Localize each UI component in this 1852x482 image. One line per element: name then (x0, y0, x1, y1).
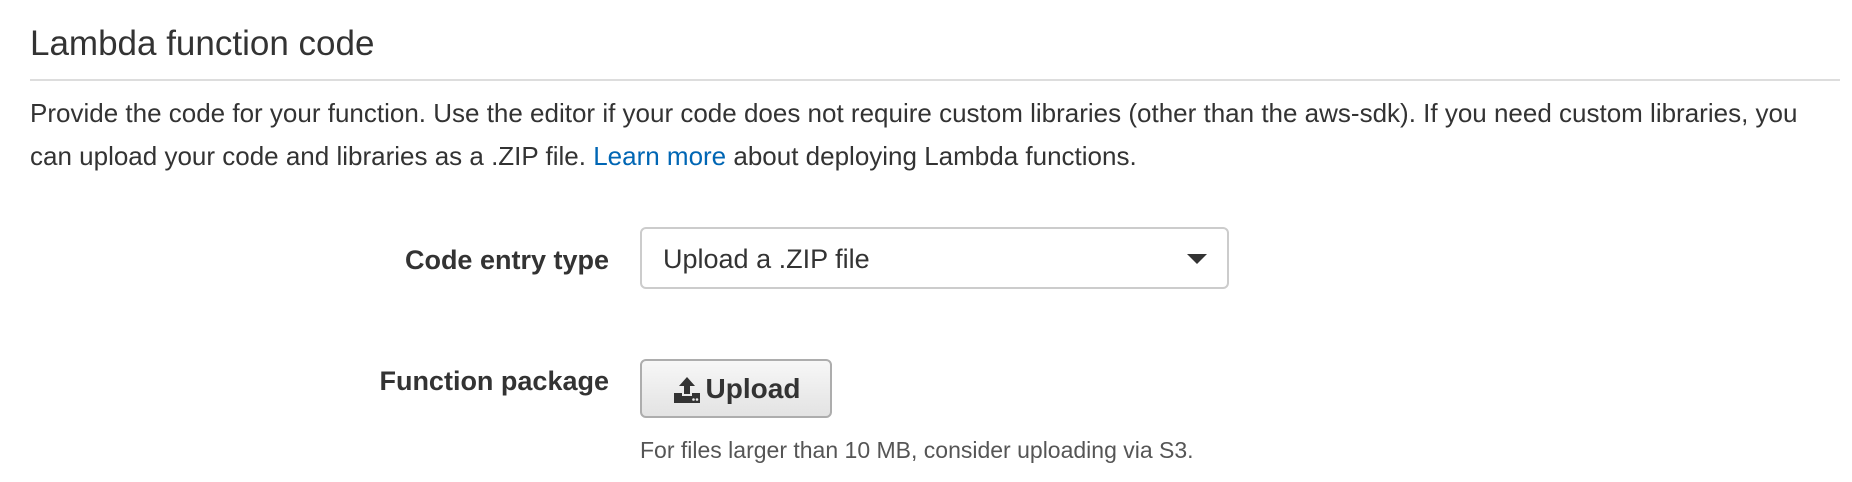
code-entry-type-select[interactable]: Upload a .ZIP file (640, 227, 1229, 289)
function-package-label: Function package (379, 366, 609, 396)
section-divider (30, 79, 1840, 81)
description-text-end: about deploying Lambda functions. (726, 141, 1137, 171)
caret-down-icon (1187, 254, 1207, 264)
upload-help-text: For files larger than 10 MB, consider up… (640, 437, 1194, 463)
upload-button[interactable]: Upload (640, 359, 832, 418)
code-entry-type-value: Upload a .ZIP file (663, 244, 870, 274)
code-entry-type-label: Code entry type (404, 245, 609, 275)
section-title: Lambda function code (30, 24, 375, 63)
learn-more-link[interactable]: Learn more (593, 141, 726, 171)
upload-button-label: Upload (705, 372, 801, 404)
upload-icon (673, 376, 700, 403)
section-description: Provide the code for your function. Use … (30, 92, 1830, 178)
